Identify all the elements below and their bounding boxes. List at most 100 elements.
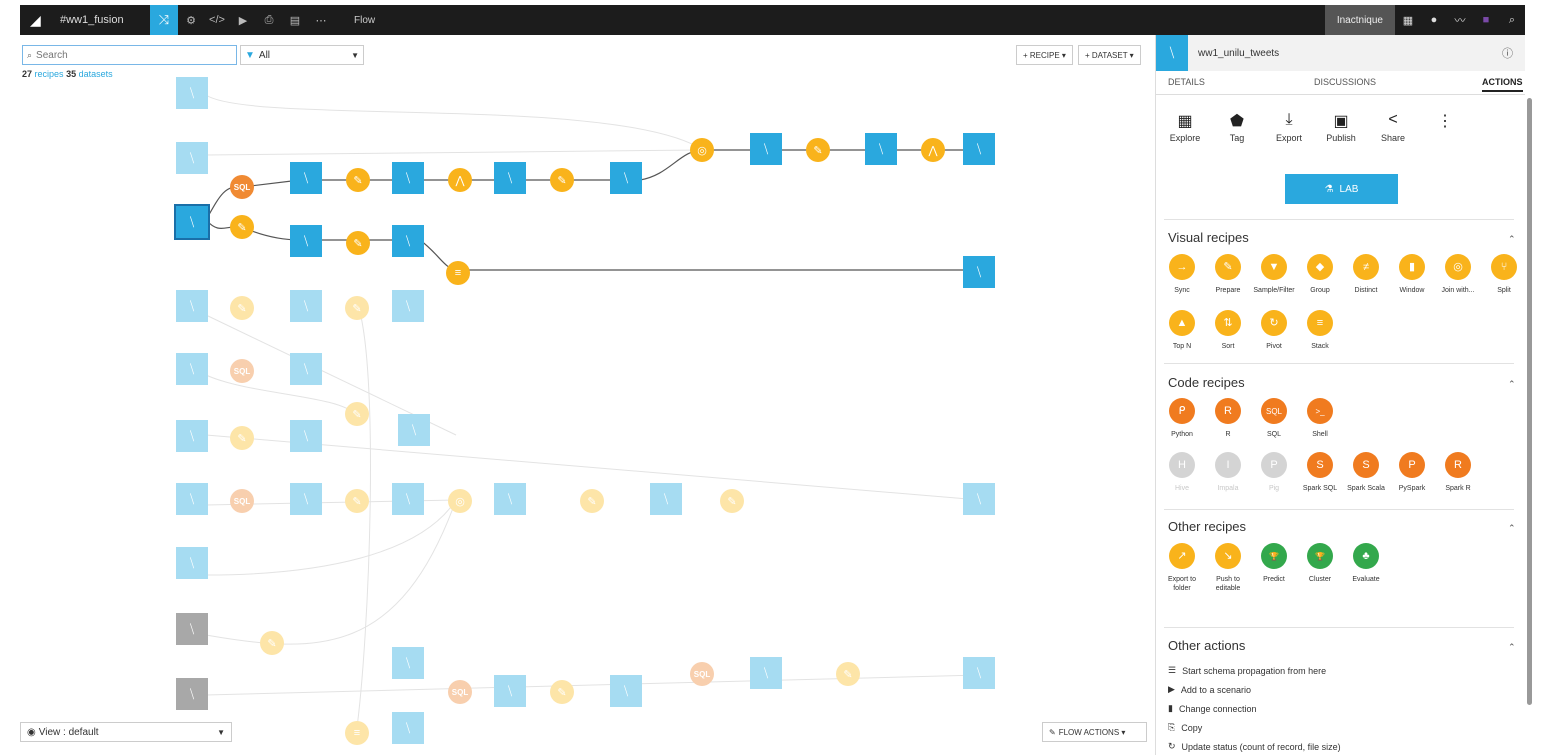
hive-recipe-button[interactable]: H Hive <box>1162 452 1202 493</box>
dataset-node[interactable]: ⧹ <box>176 353 208 385</box>
explore-button[interactable]: ▦ Explore <box>1168 111 1202 143</box>
dataset-node-selected[interactable]: ⧹ <box>174 204 210 240</box>
tab-actions[interactable]: ACTIONS <box>1482 77 1523 92</box>
start-schema-propagation-from-here-action[interactable]: ☰ Start schema propagation from here <box>1168 665 1326 676</box>
spark-scala-recipe-button[interactable]: S Spark Scala <box>1346 452 1386 493</box>
python-recipe-button[interactable]: ᑭ Python <box>1162 398 1202 439</box>
tag-button[interactable]: ⬟ Tag <box>1220 111 1254 143</box>
prepare-recipe-node[interactable]: ✎ <box>720 489 744 513</box>
flow-canvas[interactable]: ⌕ ▼ All ▼ 27 recipes 35 datasets + RECIP… <box>20 35 1155 755</box>
dataset-node[interactable]: ⧹ <box>963 256 995 288</box>
sql-recipe-button[interactable]: SQL SQL <box>1254 398 1294 439</box>
project-name[interactable]: #ww1_fusion <box>60 14 150 26</box>
prepare-recipe-node[interactable]: ✎ <box>345 296 369 320</box>
dataset-node[interactable]: ⧹ <box>176 613 208 645</box>
sample-filter-recipe-button[interactable]: ▼ Sample/Filter <box>1253 254 1295 295</box>
share-button[interactable]: < Share <box>1376 111 1410 143</box>
prepare-recipe-node[interactable]: ✎ <box>345 402 369 426</box>
sql-recipe-node[interactable]: SQL <box>230 359 254 383</box>
user-menu[interactable]: Inactnique <box>1324 5 1395 35</box>
notebook-icon[interactable]: ⎙ <box>256 14 282 27</box>
flow-icon[interactable]: ⤨ <box>150 5 178 35</box>
dataset-node[interactable]: ⧹ <box>176 77 208 109</box>
collapse-other-recipes[interactable]: ⌃ <box>1508 523 1516 534</box>
distinct-recipe-button[interactable]: ≠ Distinct <box>1346 254 1386 295</box>
dataset-node[interactable]: ⧹ <box>176 142 208 174</box>
sync-recipe-button[interactable]: → Sync <box>1162 254 1202 295</box>
dataset-node[interactable]: ⧹ <box>290 483 322 515</box>
update-status-count-of-record-file-size-action[interactable]: ↻ Update status (count of record, file si… <box>1168 741 1341 752</box>
sql-recipe-node[interactable]: SQL <box>230 489 254 513</box>
prepare-recipe-node[interactable]: ✎ <box>550 168 574 192</box>
join-with-recipe-button[interactable]: ◎ Join with... <box>1438 254 1478 295</box>
sql-recipe-node[interactable]: SQL <box>448 680 472 704</box>
pyspark-recipe-button[interactable]: P PySpark <box>1392 452 1432 493</box>
dataset-node[interactable]: ⧹ <box>392 162 424 194</box>
dataset-node[interactable]: ⧹ <box>290 353 322 385</box>
dataset-node[interactable]: ⧹ <box>392 647 424 679</box>
dataset-node[interactable]: ⧹ <box>610 675 642 707</box>
prepare-recipe-node[interactable]: ✎ <box>806 138 830 162</box>
prepare-recipe-node[interactable]: ✎ <box>345 489 369 513</box>
dataset-node[interactable]: ⧹ <box>290 290 322 322</box>
spark-r-recipe-button[interactable]: R Spark R <box>1438 452 1478 493</box>
collapse-code-recipes[interactable]: ⌃ <box>1508 379 1516 390</box>
panel-scrollbar[interactable] <box>1527 98 1532 705</box>
window-recipe-button[interactable]: ▮ Window <box>1392 254 1432 295</box>
impala-recipe-button[interactable]: I Impala <box>1208 452 1248 493</box>
collapse-visual-recipes[interactable]: ⌃ <box>1508 234 1516 245</box>
dataset-node[interactable]: ⧹ <box>392 712 424 744</box>
more-actions-button[interactable]: ⋮ <box>1428 111 1462 143</box>
sort-recipe-button[interactable]: ⇅ Sort <box>1208 310 1248 351</box>
dataset-node[interactable]: ⧹ <box>176 483 208 515</box>
group-recipe-button[interactable]: ◆ Group <box>1300 254 1340 295</box>
apps-grid-icon[interactable]: ▦ <box>1395 14 1421 27</box>
predict-recipe-button[interactable]: 🏆 Predict <box>1254 543 1294 584</box>
join-recipe-node[interactable]: ◎ <box>448 489 472 513</box>
dataset-name[interactable]: ww1_unilu_tweets <box>1198 48 1279 59</box>
pig-recipe-button[interactable]: P Pig <box>1254 452 1294 493</box>
flow-actions-button[interactable]: ✎ FLOW ACTIONS ▾ <box>1042 722 1147 742</box>
sql-recipe-node[interactable]: SQL <box>230 175 254 199</box>
evaluate-recipe-button[interactable]: ♣ Evaluate <box>1346 543 1386 584</box>
change-connection-action[interactable]: ▮ Change connection <box>1168 703 1257 714</box>
group-recipe-node[interactable]: ⋀ <box>921 138 945 162</box>
dataset-node[interactable]: ⧹ <box>494 675 526 707</box>
avatar[interactable]: ■ <box>1473 14 1499 26</box>
settings-icon[interactable]: ⚙ <box>178 14 204 27</box>
export-to-folder-recipe-button[interactable]: ↗ Export to folder <box>1162 543 1202 593</box>
lab-button[interactable]: ⚗ LAB <box>1285 174 1398 204</box>
play-icon[interactable]: ▶ <box>230 14 256 27</box>
stack-recipe-node[interactable]: ≡ <box>345 721 369 745</box>
dataset-node[interactable]: ⧹ <box>392 225 424 257</box>
dataset-node[interactable]: ⧹ <box>750 657 782 689</box>
shell-recipe-button[interactable]: >_ Shell <box>1300 398 1340 439</box>
prepare-recipe-node[interactable]: ✎ <box>346 231 370 255</box>
prepare-recipe-node[interactable]: ✎ <box>260 631 284 655</box>
more-icon[interactable]: ⋯ <box>308 14 334 27</box>
top-n-recipe-button[interactable]: ▲ Top N <box>1162 310 1202 351</box>
help-icon[interactable]: ● <box>1421 14 1447 26</box>
prepare-recipe-node[interactable]: ✎ <box>580 489 604 513</box>
group-recipe-node[interactable]: ⋀ <box>448 168 472 192</box>
prepare-recipe-node[interactable]: ✎ <box>230 215 254 239</box>
cluster-recipe-button[interactable]: 🏆 Cluster <box>1300 543 1340 584</box>
dataset-node[interactable]: ⧹ <box>176 290 208 322</box>
dataset-node[interactable]: ⧹ <box>494 162 526 194</box>
dataset-node[interactable]: ⧹ <box>398 414 430 446</box>
sql-recipe-node[interactable]: SQL <box>690 662 714 686</box>
tab-details[interactable]: DETAILS <box>1168 77 1205 87</box>
prepare-recipe-node[interactable]: ✎ <box>836 662 860 686</box>
dataset-node[interactable]: ⧹ <box>494 483 526 515</box>
dataset-node[interactable]: ⧹ <box>290 420 322 452</box>
copy-action[interactable]: ⎘ Copy <box>1168 722 1202 733</box>
pivot-recipe-button[interactable]: ↻ Pivot <box>1254 310 1294 351</box>
dataset-node[interactable]: ⧹ <box>392 290 424 322</box>
export-button[interactable]: ⤓ Export <box>1272 111 1306 143</box>
spark-sql-recipe-button[interactable]: S Spark SQL <box>1300 452 1340 493</box>
add-to-a-scenario-action[interactable]: ▶ Add to a scenario <box>1168 684 1251 695</box>
prepare-recipe-node[interactable]: ✎ <box>230 296 254 320</box>
dataset-node[interactable]: ⧹ <box>650 483 682 515</box>
search-icon[interactable]: ⌕ <box>1499 14 1525 27</box>
dataset-node[interactable]: ⧹ <box>176 678 208 710</box>
